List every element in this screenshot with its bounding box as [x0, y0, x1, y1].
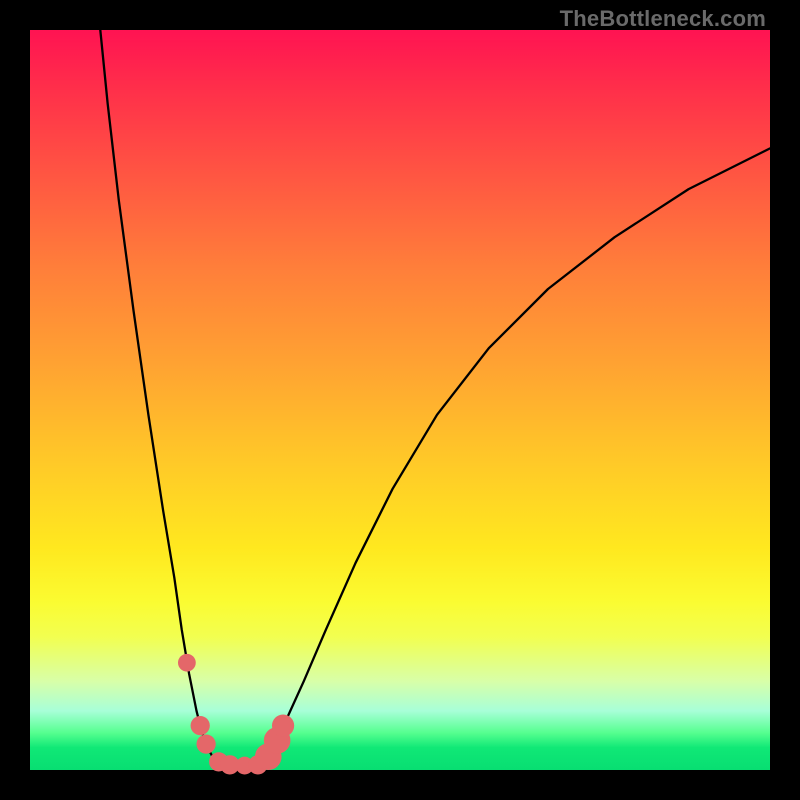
- chart-plot-area: [30, 30, 770, 770]
- curve-line: [100, 30, 770, 766]
- curve-markers: [178, 654, 294, 775]
- bottleneck-curve: [30, 30, 770, 770]
- curve-marker: [191, 716, 210, 735]
- curve-marker: [197, 734, 216, 753]
- curve-marker: [178, 654, 196, 672]
- watermark-text: TheBottleneck.com: [560, 6, 766, 32]
- curve-marker: [272, 715, 294, 737]
